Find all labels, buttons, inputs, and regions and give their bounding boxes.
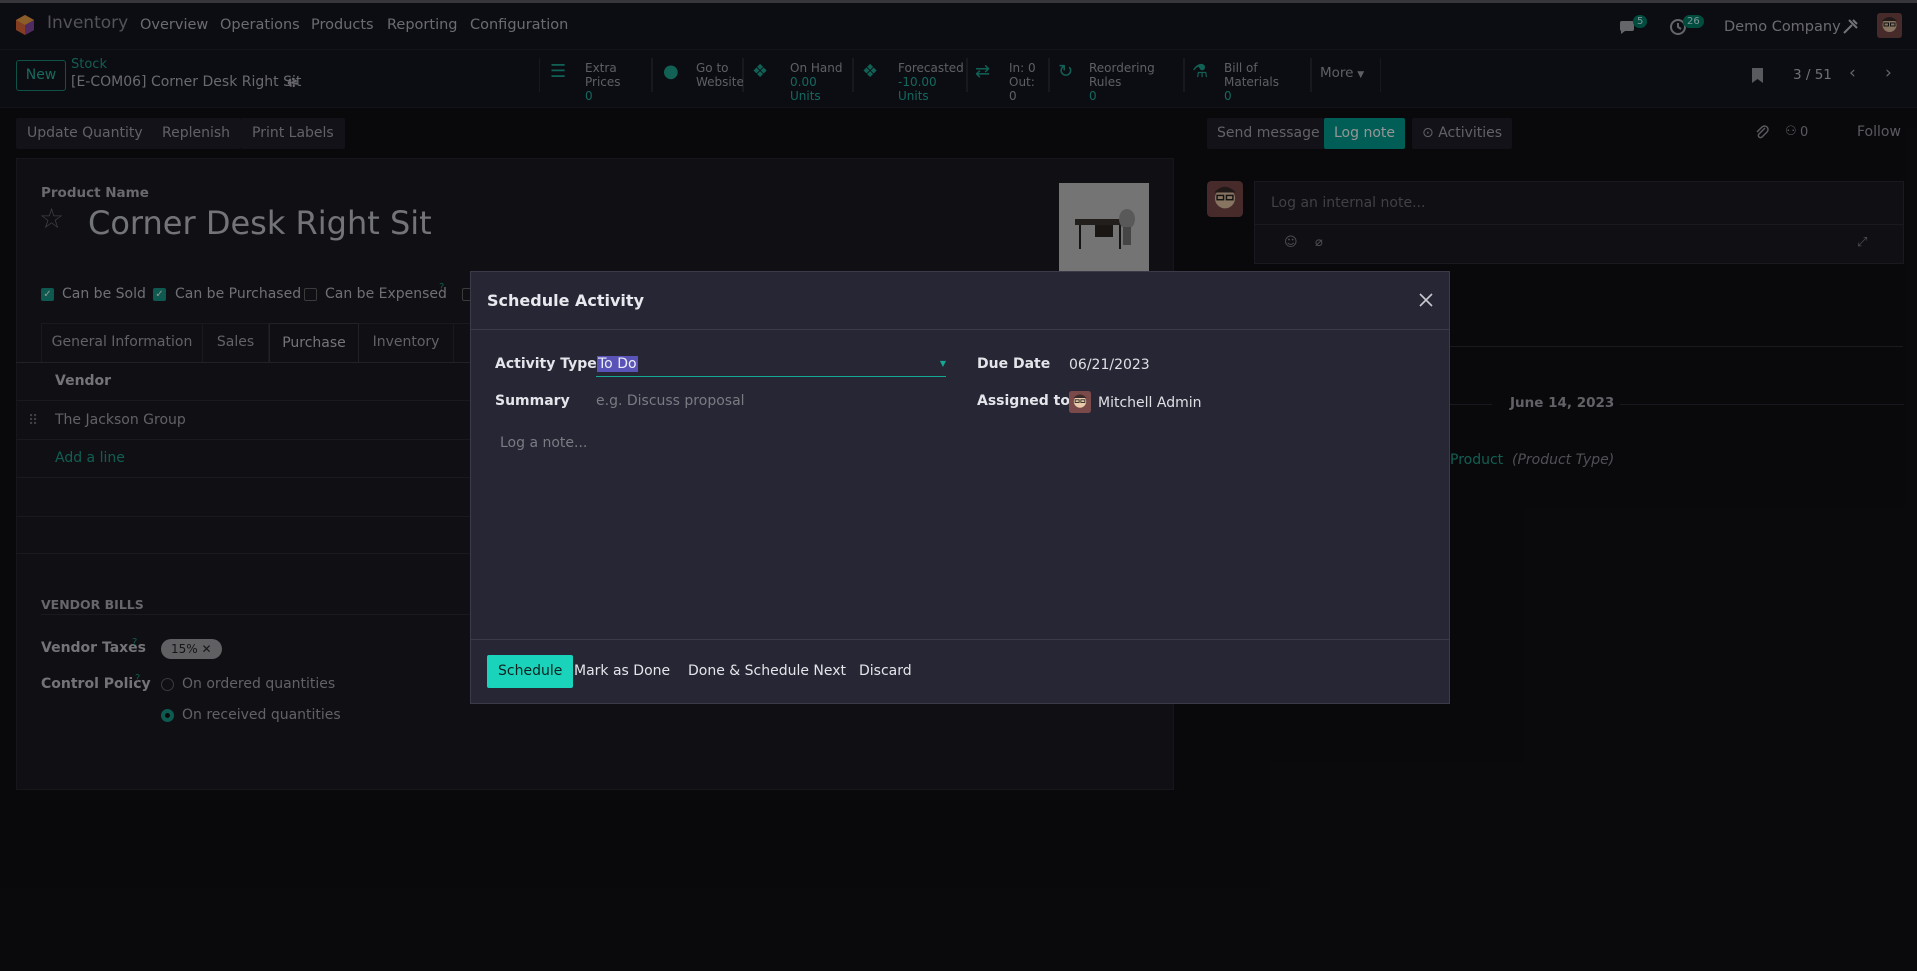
- mark-as-done-button[interactable]: Mark as Done: [564, 655, 680, 688]
- close-icon[interactable]: [1418, 292, 1434, 308]
- summary-input[interactable]: e.g. Discuss proposal: [596, 393, 946, 413]
- dialog-title: Schedule Activity: [487, 291, 644, 310]
- note-editor[interactable]: Log a note...: [500, 435, 1420, 625]
- done-and-schedule-next-button[interactable]: Done & Schedule Next: [678, 655, 856, 688]
- activity-type-label: Activity Type: [495, 356, 597, 372]
- due-date-label: Due Date: [977, 356, 1051, 372]
- activity-type-select[interactable]: To Do ▼: [596, 353, 946, 377]
- caret-down-icon[interactable]: ▼: [940, 359, 946, 368]
- assigned-to-label: Assigned to: [977, 393, 1070, 409]
- due-date-input[interactable]: 06/21/2023: [1069, 357, 1150, 373]
- schedule-activity-dialog: Schedule Activity Activity Type To Do ▼ …: [470, 271, 1450, 704]
- discard-button[interactable]: Discard: [849, 655, 922, 688]
- activity-type-value: To Do: [597, 356, 638, 372]
- assignee-avatar: [1069, 391, 1091, 413]
- assigned-to-input[interactable]: Mitchell Admin: [1098, 395, 1202, 411]
- summary-label: Summary: [495, 393, 570, 409]
- schedule-button[interactable]: Schedule: [487, 655, 574, 688]
